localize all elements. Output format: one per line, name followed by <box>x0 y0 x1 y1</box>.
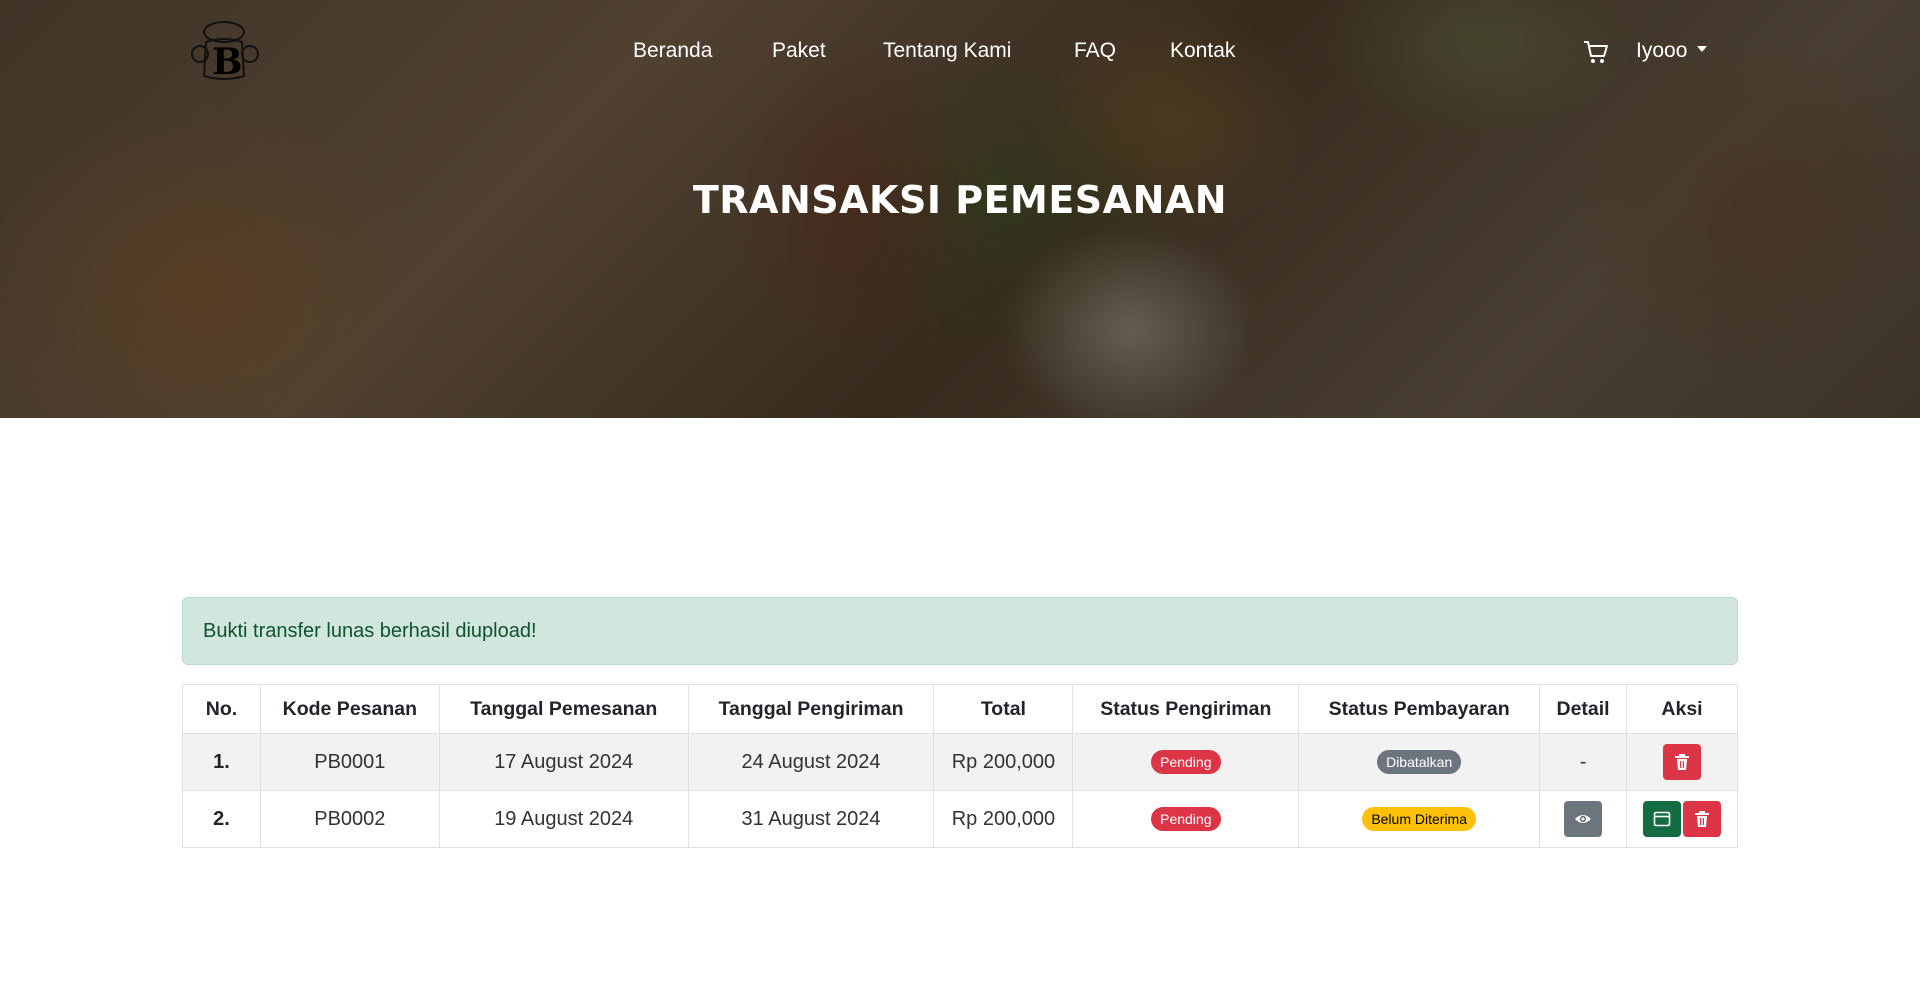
header-total: Total <box>933 684 1074 734</box>
trash-icon <box>1695 811 1709 827</box>
header-detail: Detail <box>1539 684 1627 734</box>
nav-tentang-kami[interactable]: Tentang Kami <box>883 38 1011 64</box>
cell-total: Rp 200,000 <box>933 790 1074 848</box>
orders-table: No. Kode Pesanan Tanggal Pemesanan Tangg… <box>182 684 1738 848</box>
table-row: 1. PB0001 17 August 2024 24 August 2024 … <box>182 733 1738 791</box>
nav-paket[interactable]: Paket <box>772 38 826 64</box>
eye-icon <box>1575 815 1592 823</box>
header-status-pembayaran: Status Pembayaran <box>1298 684 1541 734</box>
cell-status-pengiriman: Pending <box>1072 790 1300 848</box>
cell-total: Rp 200,000 <box>933 733 1074 791</box>
main-nav: Beranda Paket Tentang Kami FAQ Kontak <box>0 38 1920 66</box>
header-status-pengiriman: Status Pengiriman <box>1072 684 1300 734</box>
cell-aksi <box>1626 790 1738 848</box>
nav-beranda[interactable]: Beranda <box>633 38 712 64</box>
cell-no: 2. <box>182 790 261 848</box>
cell-status-pembayaran: Belum Diterima <box>1298 790 1541 848</box>
upload-payment-button[interactable] <box>1643 801 1681 837</box>
status-badge: Belum Diterima <box>1362 807 1477 831</box>
caret-down-icon <box>1697 46 1708 52</box>
window-icon <box>1653 811 1671 827</box>
cell-no: 1. <box>182 733 261 791</box>
cell-tanggal-pemesanan: 19 August 2024 <box>438 790 689 848</box>
cell-detail: - <box>1539 733 1627 791</box>
delete-button[interactable] <box>1663 744 1701 780</box>
status-badge: Dibatalkan <box>1377 750 1462 774</box>
nav-faq[interactable]: FAQ <box>1074 38 1116 64</box>
cell-tanggal-pemesanan: 17 August 2024 <box>438 733 689 791</box>
header-kode-pesanan: Kode Pesanan <box>259 684 440 734</box>
table-header-row: No. Kode Pesanan Tanggal Pemesanan Tangg… <box>182 684 1738 734</box>
status-badge: Pending <box>1151 750 1221 774</box>
header-no: No. <box>182 684 261 734</box>
cell-status-pembayaran: Dibatalkan <box>1298 733 1541 791</box>
cell-aksi <box>1626 733 1738 791</box>
cell-kode-pesanan: PB0001 <box>259 733 440 791</box>
cell-tanggal-pengiriman: 31 August 2024 <box>687 790 935 848</box>
hero-banner: B Beranda Paket Tentang Kami FAQ Kontak … <box>0 0 1920 418</box>
cart-icon[interactable] <box>1582 38 1610 66</box>
success-alert: Bukti transfer lunas berhasil diupload! <box>182 597 1738 665</box>
table-row: 2. PB0002 19 August 2024 31 August 2024 … <box>182 790 1738 848</box>
page-title: TRANSAKSI PEMESANAN <box>692 178 1228 222</box>
header-tanggal-pemesanan: Tanggal Pemesanan <box>438 684 689 734</box>
user-menu[interactable]: Iyooo <box>1636 38 1708 64</box>
status-badge: Pending <box>1151 807 1221 831</box>
delete-button[interactable] <box>1683 801 1721 837</box>
cell-tanggal-pengiriman: 24 August 2024 <box>687 733 935 791</box>
header-aksi: Aksi <box>1626 684 1738 734</box>
cell-status-pengiriman: Pending <box>1072 733 1300 791</box>
cell-kode-pesanan: PB0002 <box>259 790 440 848</box>
view-detail-button[interactable] <box>1564 801 1603 837</box>
header-tanggal-pengiriman: Tanggal Pengiriman <box>687 684 935 734</box>
user-name: Iyooo <box>1636 39 1688 62</box>
cell-detail <box>1539 790 1627 848</box>
nav-kontak[interactable]: Kontak <box>1170 38 1235 64</box>
trash-icon <box>1675 754 1689 770</box>
